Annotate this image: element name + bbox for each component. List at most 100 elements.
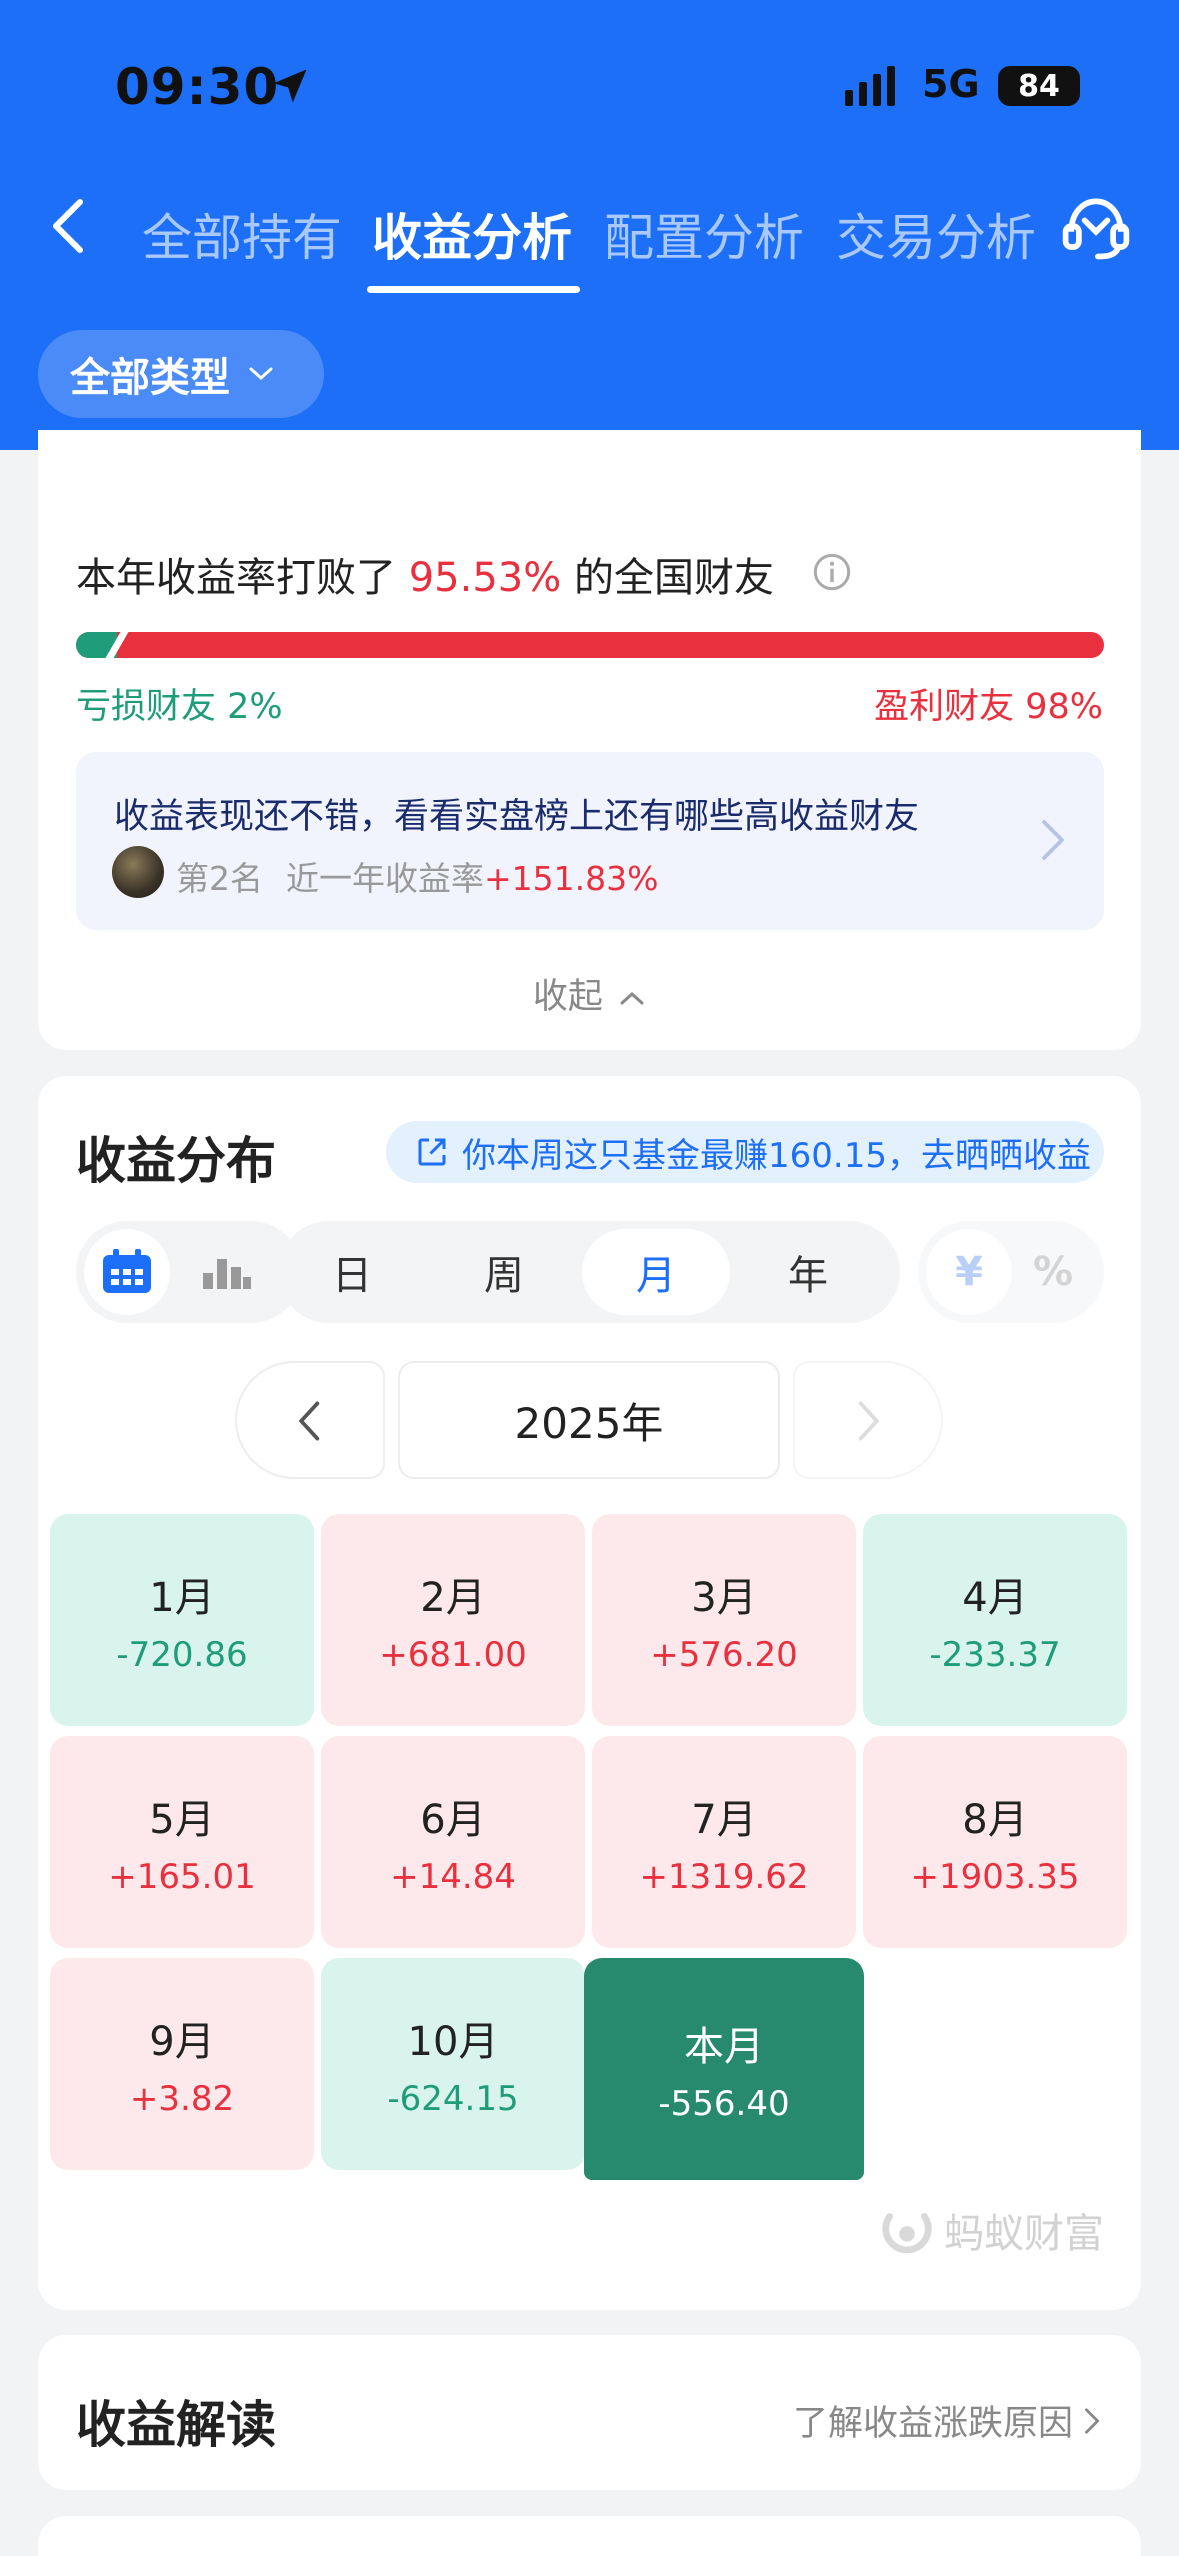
chevron-up-icon: [620, 991, 644, 1005]
tab-all-holdings[interactable]: 全部持有: [142, 198, 342, 270]
chevron-right-icon: [1084, 2407, 1100, 2434]
interpretation-card: 收益解读 了解收益涨跌原因: [38, 2335, 1141, 2490]
month-name: 6月: [420, 1797, 486, 1843]
tab-trade-analysis[interactable]: 交易分析: [836, 198, 1036, 270]
next-card: [38, 2516, 1141, 2556]
back-icon[interactable]: [48, 196, 88, 256]
ranking-percent: 95.53%: [408, 555, 562, 601]
month-name: 9月: [149, 2019, 215, 2065]
type-filter-label: 全部类型: [70, 355, 230, 401]
month-cell[interactable]: 7月 +1319.62: [592, 1736, 856, 1948]
unit-percent[interactable]: %: [1010, 1229, 1096, 1315]
promo-title: 收益表现还不错，看看实盘榜上还有哪些高收益财友: [114, 797, 920, 837]
period-week[interactable]: 周: [430, 1229, 578, 1315]
month-value: +1319.62: [639, 1857, 809, 1897]
month-name: 3月: [691, 1575, 757, 1621]
next-year-button[interactable]: [793, 1361, 943, 1479]
calendar-icon: [103, 1249, 151, 1293]
status-time: 09:30: [115, 58, 280, 116]
battery-tip: [1070, 78, 1078, 94]
month-value: -233.37: [929, 1635, 1061, 1675]
promo-rate: 近一年收益率+151.83%: [286, 852, 658, 900]
month-name: 1月: [149, 1575, 215, 1621]
customer-service-icon[interactable]: [1058, 190, 1134, 266]
month-name: 本月: [684, 2024, 764, 2070]
previous-year-button[interactable]: [235, 1361, 385, 1479]
distribution-card: 收益分布 你本周这只基金最赚160.15，去晒晒收益 日 周 月 年 ¥ % 2…: [38, 1076, 1141, 2310]
month-value: -720.86: [116, 1635, 248, 1675]
active-tab-indicator: [367, 286, 580, 293]
ranking-title: 本年收益率打败了 95.53% 的全国财友: [76, 545, 774, 603]
month-name: 8月: [962, 1797, 1028, 1843]
share-income-button[interactable]: 你本周这只基金最赚160.15，去晒晒收益: [386, 1121, 1104, 1183]
month-cell[interactable]: 10月 -624.15: [321, 1958, 585, 2170]
unit-amount[interactable]: ¥: [926, 1229, 1012, 1315]
distribution-title: 收益分布: [76, 1132, 276, 1190]
month-cell[interactable]: 5月 +165.01: [50, 1736, 314, 1948]
period-toggle: 日 周 月 年: [278, 1221, 900, 1323]
month-value: -624.15: [387, 2079, 519, 2119]
bar-chart-icon: [203, 1259, 251, 1289]
month-value: +14.84: [390, 1857, 516, 1897]
battery-indicator: 84: [998, 66, 1080, 106]
month-cell[interactable]: 9月 +3.82: [50, 1958, 314, 2170]
month-cell[interactable]: 8月 +1903.35: [863, 1736, 1127, 1948]
month-cell[interactable]: 3月 +576.20: [592, 1514, 856, 1726]
month-value: +576.20: [650, 1635, 798, 1675]
avatar: [112, 846, 164, 898]
chevron-left-icon: [298, 1401, 320, 1441]
month-name: 5月: [149, 1797, 215, 1843]
month-value: -556.40: [658, 2084, 790, 2124]
app-header: 09:30 5G 84 全部持有 收益分析 配置分析 交易分析 全部类型: [0, 0, 1179, 450]
leaderboard-promo[interactable]: 收益表现还不错，看看实盘榜上还有哪些高收益财友 第2名 近一年收益率+151.8…: [76, 752, 1104, 930]
interpretation-title: 收益解读: [76, 2396, 276, 2454]
chevron-right-icon: [858, 1401, 880, 1441]
period-day[interactable]: 日: [278, 1229, 426, 1315]
month-name: 4月: [962, 1575, 1028, 1621]
month-cell[interactable]: 本月 -556.40: [584, 1958, 864, 2180]
type-filter-button[interactable]: 全部类型: [38, 330, 324, 418]
ranking-card: 本年收益率打败了 95.53% 的全国财友 亏损财友 2% 盈利财友 98% 收…: [38, 430, 1141, 1050]
year-display: 2025年: [398, 1361, 780, 1479]
period-month[interactable]: 月: [582, 1229, 730, 1315]
month-cell[interactable]: 1月 -720.86: [50, 1514, 314, 1726]
network-type: 5G: [922, 62, 980, 106]
ranking-prefix: 本年收益率打败了: [76, 555, 396, 601]
profit-label: 盈利财友 98%: [874, 687, 1103, 727]
external-link-icon: [418, 1138, 446, 1166]
interpretation-link-label: 了解收益涨跌原因: [792, 2404, 1073, 2444]
tab-income-analysis[interactable]: 收益分析: [372, 198, 572, 270]
ranking-suffix: 的全国财友: [573, 555, 774, 601]
signal-icon: [845, 66, 895, 106]
period-year[interactable]: 年: [734, 1229, 882, 1315]
calendar-view-button[interactable]: [84, 1229, 170, 1315]
month-name: 2月: [420, 1575, 486, 1621]
collapse-label: 收起: [532, 977, 603, 1017]
chevron-down-icon: [249, 367, 273, 381]
month-cell[interactable]: 4月 -233.37: [863, 1514, 1127, 1726]
month-value: +165.01: [108, 1857, 256, 1897]
interpretation-link[interactable]: 了解收益涨跌原因: [793, 2395, 1101, 2446]
loss-label: 亏损财友 2%: [76, 687, 283, 727]
month-cell[interactable]: 2月 +681.00: [321, 1514, 585, 1726]
location-arrow-icon: [273, 69, 307, 103]
brand-watermark: 蚂蚁财富: [878, 2201, 1104, 2259]
view-toggle: [76, 1221, 302, 1323]
brand-name: 蚂蚁财富: [944, 2211, 1104, 2257]
tab-allocation-analysis[interactable]: 配置分析: [604, 198, 804, 270]
promo-rate-value: +151.83%: [484, 859, 659, 898]
chevron-right-icon: [1042, 820, 1065, 860]
ranking-bar: [76, 632, 1104, 658]
collapse-button[interactable]: 收起: [38, 968, 1141, 1019]
month-cell[interactable]: 6月 +14.84: [321, 1736, 585, 1948]
bar-chart-view-button[interactable]: [184, 1229, 270, 1315]
ant-fortune-logo-icon: [882, 2213, 932, 2254]
month-value: +1903.35: [910, 1857, 1080, 1897]
month-name: 10月: [407, 2019, 499, 2065]
unit-toggle: ¥ %: [918, 1221, 1104, 1323]
month-value: +3.82: [129, 2079, 235, 2119]
promo-rate-label: 近一年收益率: [286, 859, 484, 898]
info-icon[interactable]: [812, 552, 852, 592]
promo-rank: 第2名: [176, 859, 263, 898]
share-text: 你本周这只基金最赚160.15，去晒晒收益: [462, 1135, 1091, 1176]
